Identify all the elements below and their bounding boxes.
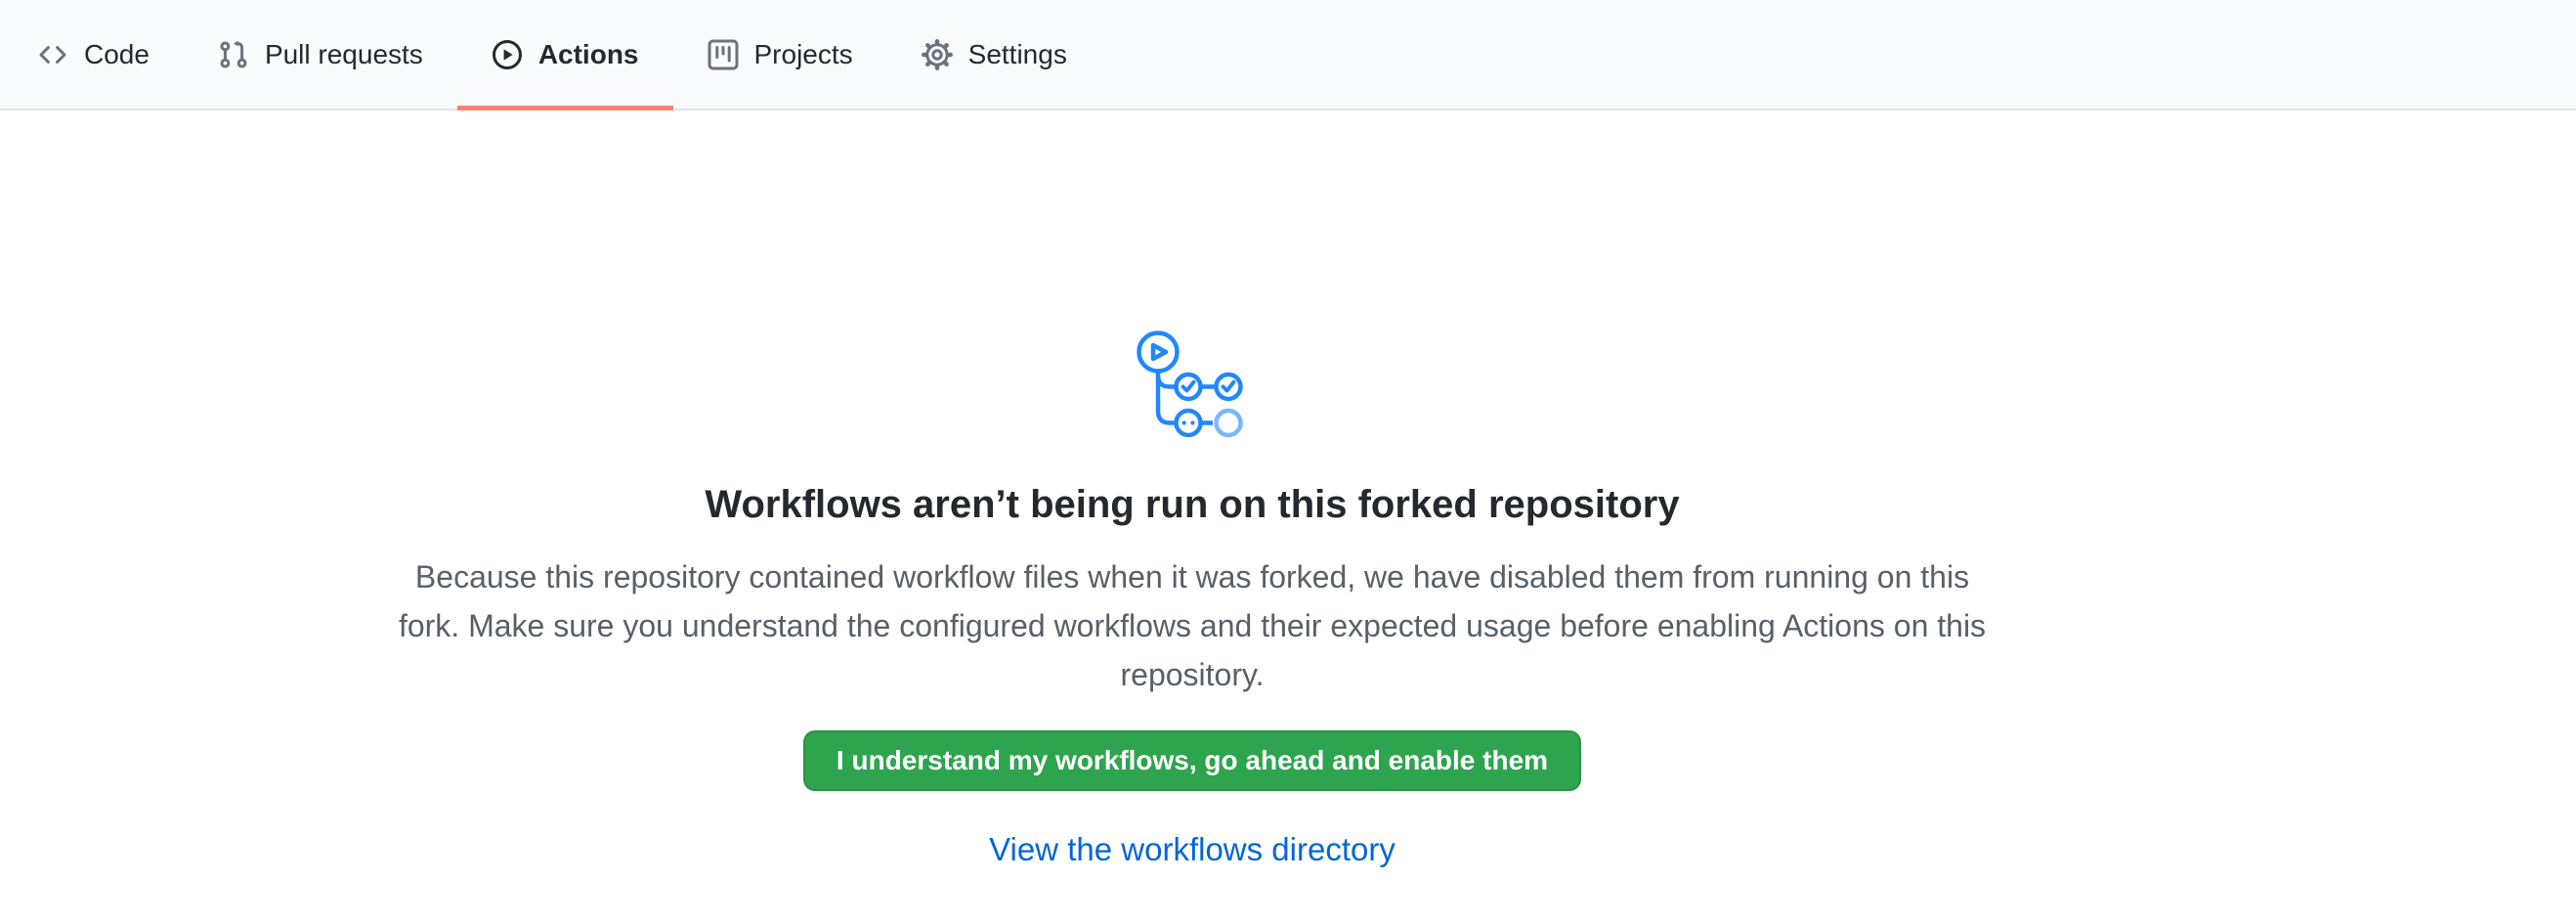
code-icon	[37, 39, 68, 70]
tab-label: Projects	[754, 41, 853, 68]
tab-label: Code	[84, 41, 150, 68]
tab-actions[interactable]: Actions	[457, 0, 673, 110]
actions-workflow-graph-icon	[1137, 328, 1248, 443]
tab-code[interactable]: Code	[3, 0, 184, 110]
project-icon	[708, 39, 739, 70]
play-circle-icon	[492, 39, 523, 70]
tab-label: Settings	[968, 41, 1067, 68]
enable-workflows-button[interactable]: I understand my workflows, go ahead and …	[803, 730, 1581, 791]
repo-tab-nav: Code Pull requests Actions Projects	[0, 0, 2576, 110]
tab-label: Actions	[538, 41, 639, 68]
actions-blankslate: Workflows aren’t being run on this forke…	[0, 110, 2384, 869]
blankslate-heading: Workflows aren’t being run on this forke…	[705, 480, 1679, 529]
workflows-directory-link[interactable]: View the workflows directory	[989, 830, 1395, 869]
tab-pull-requests[interactable]: Pull requests	[184, 0, 457, 110]
tab-projects[interactable]: Projects	[673, 0, 887, 110]
blankslate-description: Because this repository contained workfl…	[381, 552, 2003, 699]
gear-icon	[922, 39, 953, 70]
tab-settings[interactable]: Settings	[887, 0, 1101, 110]
tab-label: Pull requests	[265, 41, 423, 68]
pull-request-icon	[218, 39, 249, 70]
